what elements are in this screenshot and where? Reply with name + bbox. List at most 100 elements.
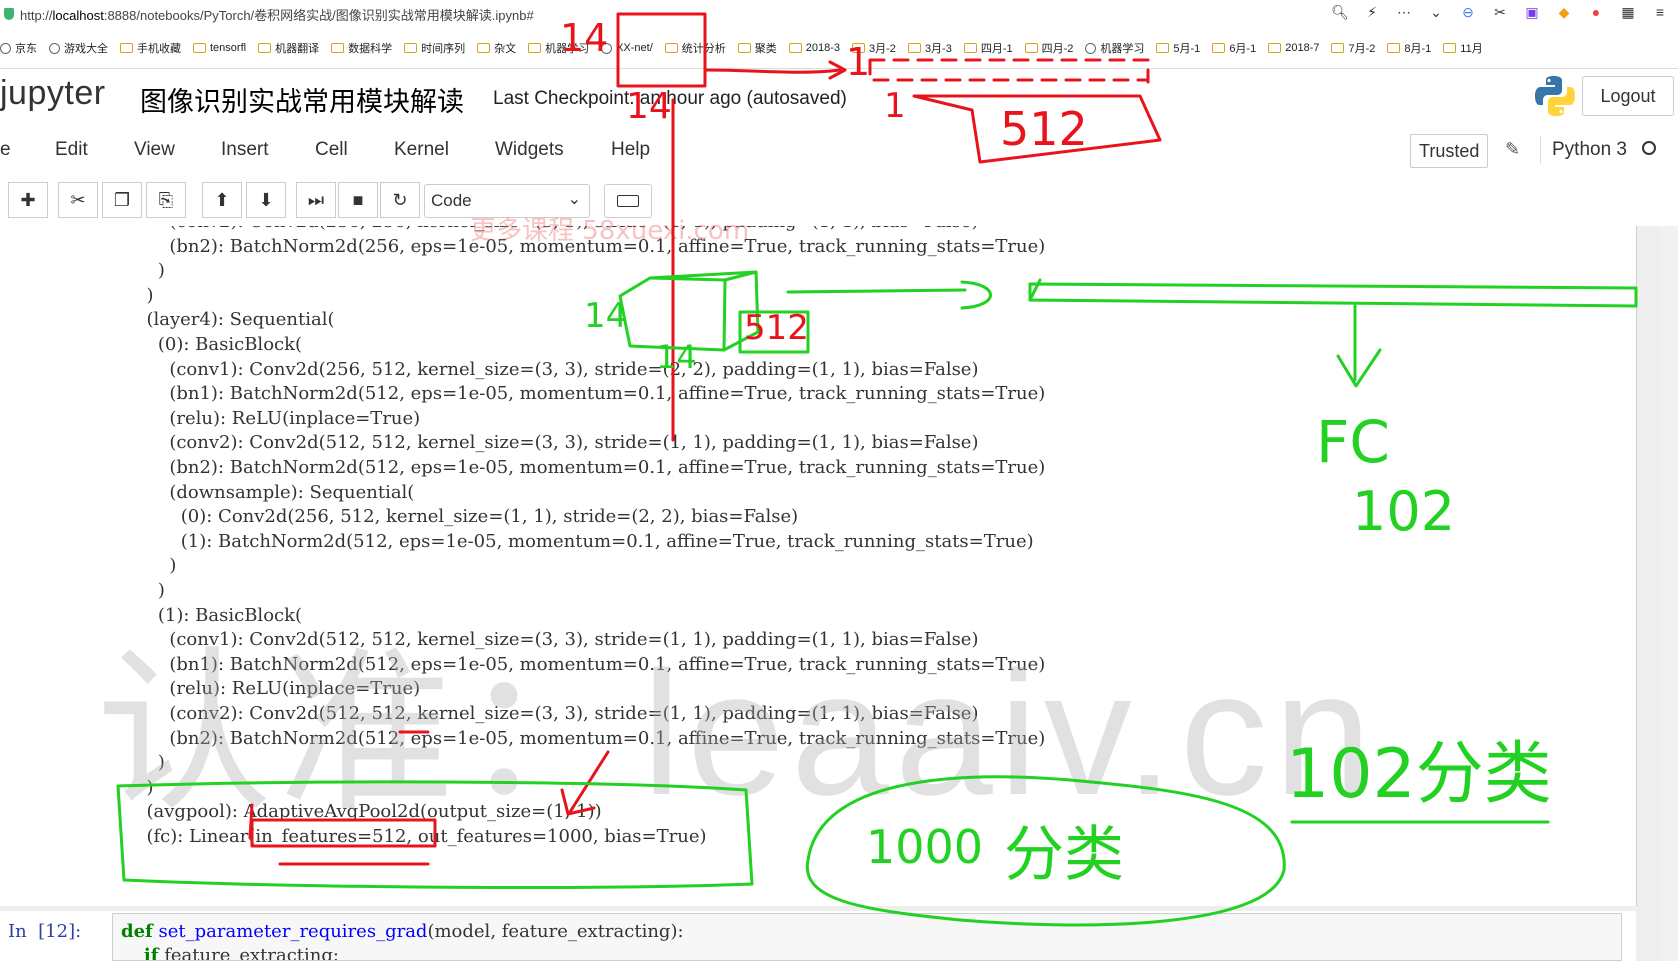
game-icon[interactable]: ● [1586,4,1606,21]
globe-icon [0,42,11,54]
bookmark-item[interactable]: 游戏大全 [49,40,108,56]
python-logo-icon [1535,76,1575,116]
jupyter-logo[interactable]: jupyter [0,74,106,113]
folder-icon [477,43,491,53]
menu-help[interactable]: Help [611,139,650,161]
notebook-toolbar: ✚ ✂ ❐ ⎘ ⬆︎ ⬇︎ ⏭︎ ■ ↻ Code ⌄ [0,174,1678,226]
kernel-name[interactable]: Python 3 [1552,139,1627,161]
bookmark-item[interactable]: 时间序列 [404,40,465,56]
stop-icon[interactable]: ■ [338,182,378,218]
bookmark-item[interactable]: 统计分析 [664,40,726,56]
bookmark-item[interactable]: XX-net/ [601,42,653,54]
code-editor[interactable]: def set_parameter_requires_grad(model, f… [112,913,1622,961]
bookmark-label: 11月 [1460,43,1483,55]
zoom-icon[interactable]: 🔍︎ [1330,4,1350,21]
folder-icon [1331,43,1345,53]
kernel-divider [1540,136,1541,164]
bookmark-item[interactable]: 6月-1 [1212,40,1256,56]
output-line: (0): Conv2d(256, 512, kernel_size=(1, 1)… [135,506,799,528]
run-icon[interactable]: ⏭︎ [296,182,336,218]
bookmark-item[interactable]: 8月-1 [1387,40,1431,56]
shield-icon [4,8,14,20]
bookmark-label: 5月-1 [1173,43,1201,55]
url-text[interactable]: http://localhost:8888/notebooks/PyTorch/… [20,5,534,24]
menu-view[interactable]: View [134,139,175,161]
bookmark-item[interactable]: 5月-1 [1156,40,1200,56]
folder-icon [788,43,802,53]
more-icon[interactable]: ⋯ [1394,4,1414,21]
bookmark-item[interactable]: 数据科学 [331,40,392,56]
keyboard-icon [617,195,639,207]
copy-icon[interactable]: ❐ [102,182,142,218]
scissors-icon[interactable]: ✂ [58,182,98,218]
scissors-icon[interactable]: ✂ [1490,4,1510,21]
folder-icon [528,43,542,53]
fc-102-label: 102 [1352,480,1456,543]
trusted-indicator[interactable]: Trusted [1410,134,1489,168]
code-cell[interactable]: In [12]: def set_parameter_requires_grad… [0,911,1636,961]
bookmark-label: tensorfl [210,42,247,54]
bookmark-item[interactable]: 手机收藏 [120,40,181,56]
notebook-title[interactable]: 图像识别实战常用模块解读 [140,80,464,119]
globe-icon [49,42,60,54]
bookmark-label: 统计分析 [681,43,726,55]
menu-kernel[interactable]: Kernel [394,139,449,161]
menu-icon[interactable]: ≡ [1650,4,1670,21]
chevron-down-icon[interactable]: ⌄ [1426,4,1446,21]
bookmark-item[interactable]: 杂文 [477,40,516,56]
menu-insert[interactable]: Insert [221,139,269,161]
menu-file[interactable]: e [0,139,11,161]
plus-icon[interactable]: ✚ [8,182,48,218]
menu-widgets[interactable]: Widgets [495,139,564,161]
bookmark-label: 游戏大全 [64,43,108,55]
folder-icon [1212,43,1226,53]
bookmark-label: 手机收藏 [137,43,181,55]
menu-edit[interactable]: Edit [55,139,88,161]
menu-bar: e Edit View Insert Cell Kernel Widgets H… [0,126,1678,175]
output-line: (0): BasicBlock( [135,334,303,355]
fc-label: FC [1316,408,1390,476]
logout-button[interactable]: Logout [1582,76,1674,116]
kernel-status-icon [1642,141,1656,155]
arrow-up-icon[interactable]: ⬆︎ [202,182,242,218]
bookmark-item[interactable]: 2018-7 [1268,42,1319,54]
lightning-icon[interactable]: ⚡︎ [1362,4,1382,21]
folder-icon [1268,43,1282,53]
label-fenlei: 分类 [1004,820,1124,890]
shield-extension-icon[interactable]: ◆ [1554,4,1574,21]
bookmark-item[interactable]: 2018-3 [788,42,840,54]
bookmark-item[interactable]: 京东 [0,40,37,56]
bookmark-label: 机器学习 [1100,43,1145,55]
scrollbar[interactable] [1660,226,1678,961]
green-512-label: 512 [744,308,809,348]
folder-icon [907,43,921,53]
bookmark-item[interactable]: 聚类 [737,40,777,56]
restart-icon[interactable]: ↻ [380,182,420,218]
pencil-icon[interactable]: ✎ [1505,139,1520,160]
bookmark-item[interactable]: 四月-2 [1024,40,1073,56]
arrow-down-icon[interactable]: ⬇︎ [246,182,286,218]
menu-cell[interactable]: Cell [315,139,348,161]
history-icon[interactable]: ⊖ [1458,4,1478,21]
grid-icon[interactable]: ▦ [1618,4,1638,21]
browser-address-bar[interactable]: http://localhost:8888/notebooks/PyTorch/… [0,0,1678,29]
bookmark-item[interactable]: 3月-3 [907,40,952,56]
bookmark-item[interactable]: 四月-1 [963,40,1013,56]
bookmark-label: 7月-2 [1348,43,1376,55]
folder-icon [258,43,272,53]
bookmark-item[interactable]: 11月 [1443,40,1483,56]
function-params: (model, feature_extracting): [427,921,684,942]
bookmark-item[interactable]: 7月-2 [1331,40,1375,56]
paste-icon[interactable]: ⎘ [146,182,186,218]
folder-icon [331,43,345,53]
browser-action-icons: 🔍︎ ⚡︎ ⋯ ⌄ ⊖ ✂ ▣ ◆ ● ▦ ≡ [1330,4,1670,21]
bookmark-item[interactable]: 机器学习 [1085,40,1144,56]
output-line: (conv1): Conv2d(256, 512, kernel_size=(3… [135,358,979,380]
folder-icon [193,43,206,53]
translate-icon[interactable]: ▣ [1522,4,1542,21]
bookmark-item[interactable]: 机器翻译 [258,40,319,56]
red-1-right: 1 [846,40,871,84]
bookmark-item[interactable]: tensorfl [193,42,246,54]
green-14-left: 14 [584,296,628,336]
folder-icon [664,43,678,53]
